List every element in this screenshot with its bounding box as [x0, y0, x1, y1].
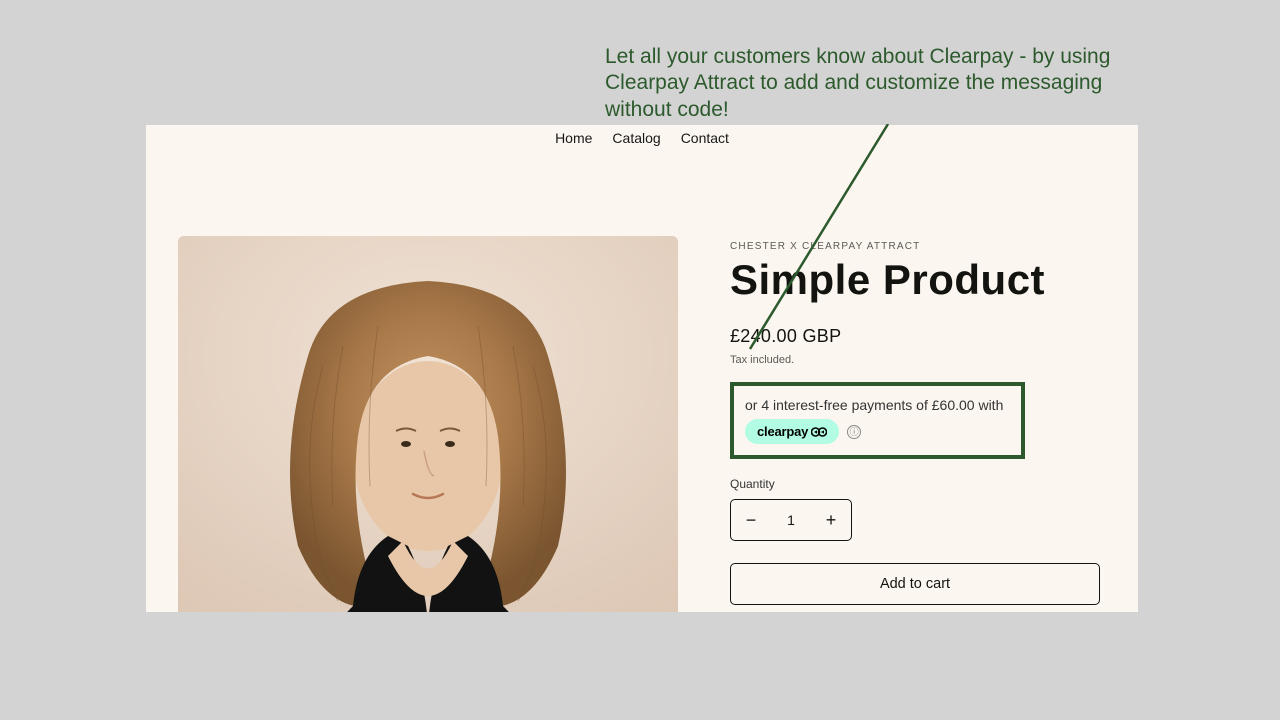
tax-note: Tax included. — [730, 354, 1106, 366]
clearpay-logo-icon — [811, 426, 827, 438]
clearpay-badge-row: clearpay ⓘ — [745, 419, 1010, 444]
product-image[interactable] — [178, 236, 678, 612]
quantity-stepper: − 1 + — [730, 499, 852, 541]
nav-bar: Home Catalog Contact — [146, 125, 1138, 146]
annotation-text: Let all your customers know about Clearp… — [605, 44, 1135, 123]
quantity-value: 1 — [771, 500, 811, 540]
store-window: Home Catalog Contact — [146, 125, 1138, 612]
quantity-label: Quantity — [730, 477, 1106, 491]
clearpay-badge[interactable]: clearpay — [745, 419, 839, 444]
clearpay-messaging: or 4 interest-free payments of £60.00 wi… — [730, 382, 1025, 459]
clearpay-brand-label: clearpay — [757, 424, 808, 439]
product-vendor: CHESTER X CLEARPAY ATTRACT — [730, 241, 1106, 252]
product-page: CHESTER X CLEARPAY ATTRACT Simple Produc… — [146, 146, 1138, 612]
nav-catalog[interactable]: Catalog — [612, 130, 660, 146]
nav-home[interactable]: Home — [555, 130, 592, 146]
info-icon[interactable]: ⓘ — [847, 425, 861, 439]
quantity-increase-button[interactable]: + — [811, 500, 851, 540]
clearpay-text: or 4 interest-free payments of £60.00 wi… — [745, 397, 1010, 413]
quantity-decrease-button[interactable]: − — [731, 500, 771, 540]
product-price: £240.00 GBP — [730, 326, 1106, 347]
nav-contact[interactable]: Contact — [681, 130, 729, 146]
product-title: Simple Product — [730, 256, 1106, 304]
add-to-cart-button[interactable]: Add to cart — [730, 563, 1100, 605]
product-meta: CHESTER X CLEARPAY ATTRACT Simple Produc… — [730, 236, 1106, 612]
